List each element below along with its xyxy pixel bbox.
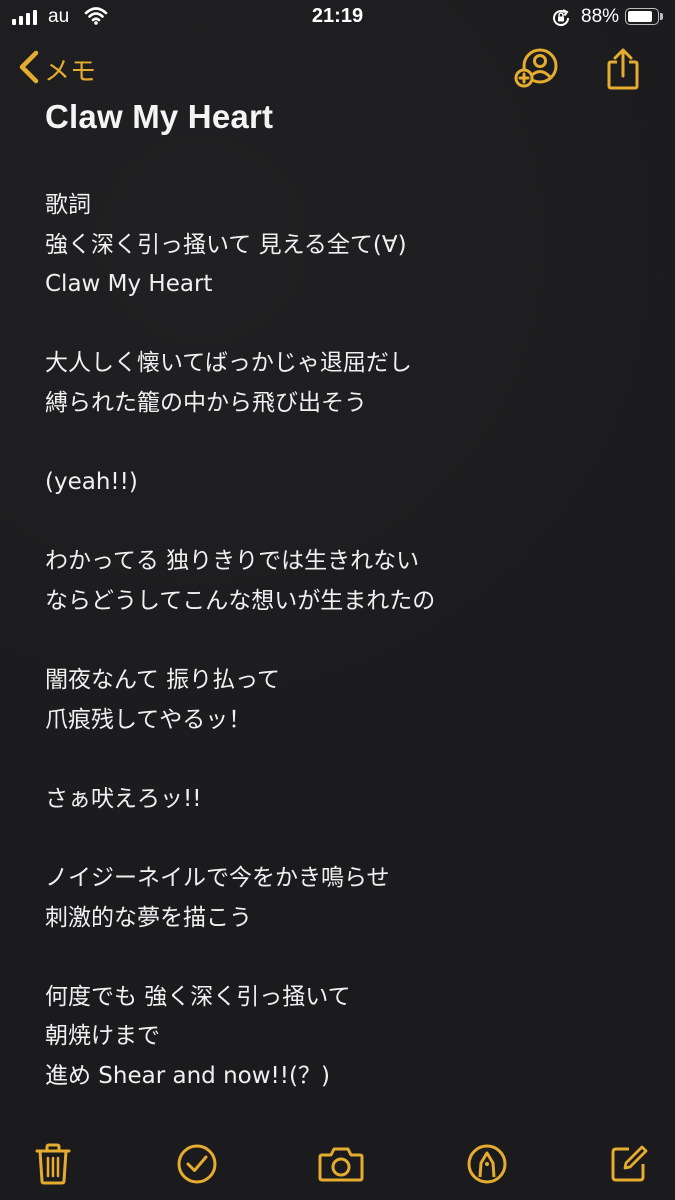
compose-icon (609, 1144, 649, 1188)
camera-icon (318, 1145, 364, 1187)
note-line: わかってる 独りきりでは生きれない (45, 548, 420, 575)
note-line: 何度でも 強く深く引っ掻いて (45, 983, 351, 1010)
note-line: (yeah!!) (45, 469, 138, 496)
note-line: 歌詞 (45, 192, 91, 218)
checklist-button[interactable] (171, 1140, 223, 1192)
battery-percent: 88% (581, 6, 620, 27)
note-line: 刺激的な夢を描こう (45, 904, 252, 931)
pen-tip-circle-icon (466, 1143, 508, 1189)
markup-button[interactable] (461, 1140, 513, 1192)
camera-button[interactable] (315, 1140, 367, 1192)
note-line: 縛られた籠の中から飛び出そう (45, 389, 367, 416)
delete-button[interactable] (27, 1140, 79, 1192)
note-line: Claw My Heart (45, 271, 213, 298)
status-clock: 21:19 (311, 5, 364, 27)
trash-icon (35, 1143, 71, 1189)
note-line (45, 305, 645, 345)
back-button[interactable]: メモ (18, 48, 96, 90)
note-line (45, 503, 645, 543)
add-person-icon (513, 47, 559, 95)
battery-cap (660, 13, 663, 20)
orientation-lock-icon (550, 7, 572, 34)
note-line: ならどうしてこんな想いが生まれたの (45, 587, 436, 614)
back-button-label: メモ (44, 56, 97, 87)
note-line (45, 424, 645, 464)
note-line: 闇夜なんて 振り払って (45, 667, 281, 694)
status-bar: au 21:19 88% (0, 0, 675, 36)
note-line: 進め Shear and now!!(？) (45, 1063, 330, 1090)
chevron-left-icon (18, 50, 40, 88)
share-icon (605, 48, 641, 94)
note-line: 爪痕残してやるッ！ (45, 706, 252, 733)
note-line (45, 622, 645, 662)
note-line: 大人しく懐いてばっかじゃ退屈だし (45, 350, 412, 377)
note-body[interactable]: 歌詞 強く深く引っ掻いて 見える全て(∀) Claw My Heart 大人しく… (45, 186, 645, 1097)
note-line (45, 820, 645, 860)
note-line: さぁ吠えろッ!! (45, 785, 202, 812)
note-line: 強く深く引っ掻いて 見える全て(∀) (45, 231, 407, 258)
checkmark-circle-icon (176, 1143, 218, 1189)
note-line (45, 938, 645, 978)
note-title[interactable]: Claw My Heart (45, 98, 273, 136)
battery-icon (625, 8, 659, 25)
battery-level-fill (628, 11, 652, 22)
note-line: 朝焼けまで (45, 1023, 160, 1050)
note-line: ノイジーネイルで今をかき鳴らせ (45, 865, 390, 892)
share-button[interactable] (599, 48, 647, 94)
compose-button[interactable] (603, 1140, 655, 1192)
add-person-button[interactable] (512, 48, 560, 94)
note-line (45, 740, 645, 780)
